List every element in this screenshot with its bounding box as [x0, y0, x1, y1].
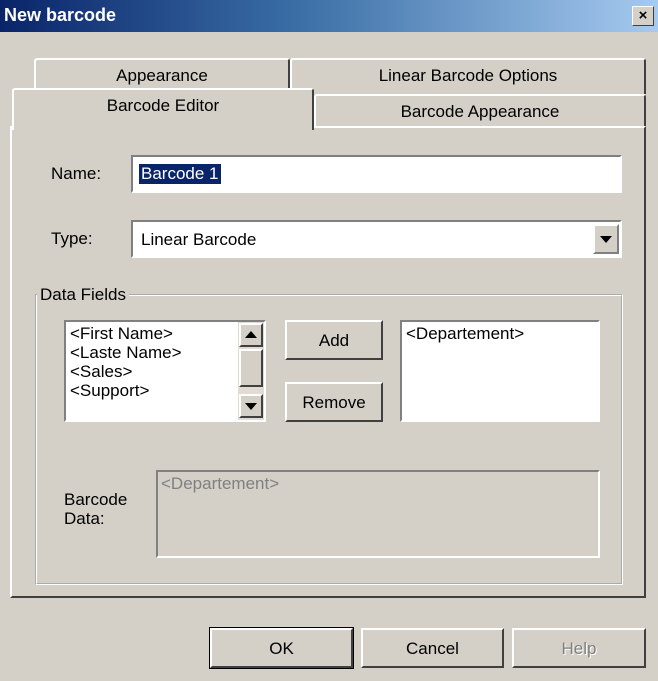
- add-button[interactable]: Add: [285, 320, 383, 360]
- ok-button[interactable]: OK: [209, 627, 354, 669]
- window-title: New barcode: [4, 5, 117, 25]
- name-value: Barcode 1: [139, 164, 221, 184]
- tab-label: Barcode Editor: [106, 96, 220, 115]
- dropdown-button[interactable]: [593, 224, 619, 254]
- selected-fields-list[interactable]: <Departement>: [400, 320, 600, 422]
- title-bar: New barcode ×: [0, 0, 658, 32]
- chevron-down-icon: [600, 236, 612, 243]
- type-select[interactable]: Linear Barcode: [131, 220, 622, 258]
- arrow-down-icon: [245, 403, 257, 410]
- barcode-data-label-line1: Barcode: [64, 490, 128, 509]
- name-input[interactable]: Barcode 1: [131, 155, 622, 193]
- close-icon: ×: [638, 7, 648, 24]
- type-value: Linear Barcode: [141, 230, 257, 249]
- name-label: Name:: [51, 164, 102, 183]
- tab-label: Barcode Appearance: [400, 102, 560, 121]
- list-item[interactable]: <Support>: [70, 381, 149, 401]
- remove-label: Remove: [302, 393, 366, 412]
- barcode-data-label-line2: Data:: [64, 509, 105, 528]
- data-fields-legend: Data Fields: [40, 285, 126, 304]
- add-label: Add: [318, 331, 350, 350]
- tab-label: Appearance: [116, 66, 208, 85]
- arrow-up-icon: [245, 331, 257, 338]
- available-fields-list[interactable]: <First Name> <Laste Name> <Sales> <Suppo…: [64, 320, 266, 422]
- scroll-thumb[interactable]: [239, 349, 263, 387]
- help-label: Help: [561, 639, 597, 658]
- barcode-data-value: <Departement>: [161, 474, 280, 493]
- list-item[interactable]: <Sales>: [70, 362, 132, 382]
- ok-label: OK: [269, 639, 294, 658]
- close-button[interactable]: ×: [632, 6, 654, 26]
- tab-linear-barcode-options[interactable]: Linear Barcode Options: [290, 58, 646, 94]
- tab-label: Linear Barcode Options: [378, 66, 558, 85]
- remove-button[interactable]: Remove: [285, 382, 383, 422]
- list-item[interactable]: <Laste Name>: [70, 343, 182, 363]
- cancel-label: Cancel: [406, 639, 459, 658]
- tab-barcode-editor[interactable]: Barcode Editor: [12, 88, 314, 130]
- cancel-button[interactable]: Cancel: [361, 628, 504, 668]
- list-item[interactable]: <Departement>: [406, 324, 524, 344]
- tab-barcode-appearance[interactable]: Barcode Appearance: [314, 94, 646, 128]
- list-item[interactable]: <First Name>: [70, 324, 173, 344]
- barcode-data-field: <Departement>: [156, 470, 600, 558]
- type-label: Type:: [51, 229, 93, 248]
- help-button[interactable]: Help: [512, 628, 646, 668]
- scroll-down-button[interactable]: [239, 394, 263, 418]
- scrollbar[interactable]: [238, 322, 264, 420]
- scroll-up-button[interactable]: [239, 323, 263, 347]
